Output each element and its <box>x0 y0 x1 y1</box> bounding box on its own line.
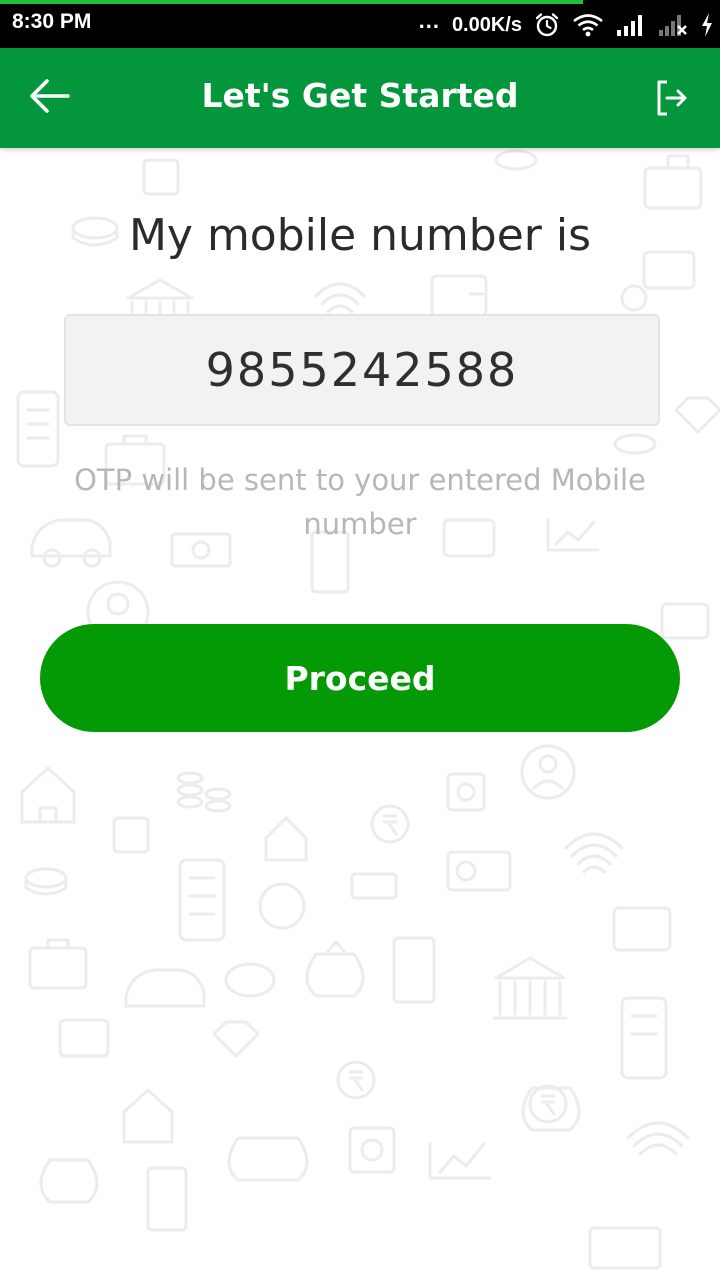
notification-dots: ... <box>418 8 440 33</box>
status-time: 8:30 PM <box>12 10 92 33</box>
mobile-number-field[interactable]: 9855242588 <box>64 314 660 426</box>
download-progress-bar <box>0 0 584 4</box>
status-indicators: ... 0.00K/s <box>419 8 714 42</box>
network-speed: 0.00K/s <box>451 13 522 36</box>
proceed-button[interactable]: Proceed <box>40 624 680 732</box>
logout-icon <box>655 79 689 121</box>
mobile-heading: My mobile number is <box>128 210 592 261</box>
proceed-label: Proceed <box>284 658 436 698</box>
wifi-icon <box>572 13 604 37</box>
charging-icon <box>700 12 714 38</box>
mobile-number-value: 9855242588 <box>205 343 519 397</box>
app-bar: Let's Get Started <box>0 48 720 148</box>
signal-no-service-icon <box>658 13 688 37</box>
page-title: Let's Get Started <box>201 76 519 115</box>
status-bar: 8:30 PM ... 0.00K/s <box>0 0 720 48</box>
main-content: My mobile number is 9855242588 OTP will … <box>0 148 720 1280</box>
logout-button[interactable] <box>650 78 694 122</box>
otp-note: OTP will be sent to your entered Mobile … <box>74 463 646 541</box>
alarm-icon <box>534 12 560 38</box>
signal-icon <box>616 13 646 37</box>
